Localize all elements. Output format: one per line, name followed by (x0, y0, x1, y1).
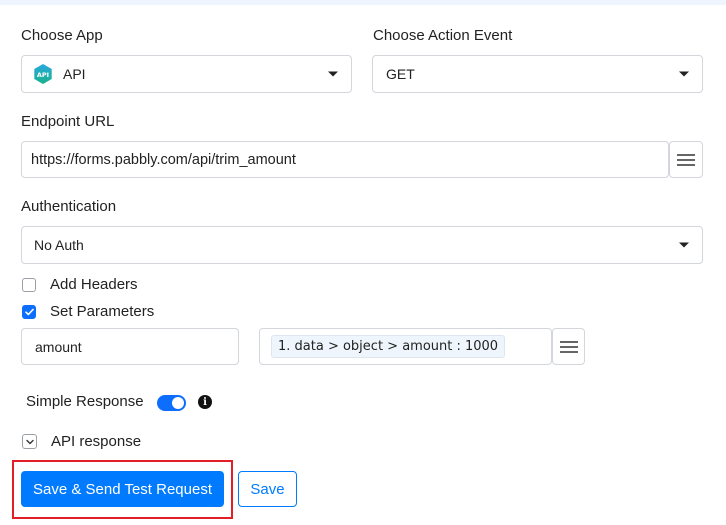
parameter-value-menu-button[interactable] (552, 328, 585, 365)
save-button[interactable]: Save (238, 471, 297, 507)
save-and-send-test-request-button[interactable]: Save & Send Test Request (21, 471, 224, 507)
hamburger-menu-icon (677, 153, 695, 166)
api-response-label: API response (51, 433, 142, 450)
endpoint-url-value: https://forms.pabbly.com/api/trim_amount (31, 151, 296, 168)
chevron-down-icon (328, 71, 338, 77)
simple-response-toggle[interactable] (157, 395, 186, 411)
simple-response-label: Simple Response (26, 393, 144, 410)
set-parameters-label: Set Parameters (50, 303, 155, 320)
chevron-down-icon (25, 439, 34, 444)
choose-app-value: API (63, 66, 86, 82)
endpoint-url-input[interactable]: https://forms.pabbly.com/api/trim_amount (21, 141, 669, 178)
authentication-label: Authentication (21, 198, 117, 215)
top-strip (0, 0, 726, 5)
authentication-value: No Auth (34, 237, 84, 253)
toggle-knob (172, 397, 184, 409)
svg-text:API: API (37, 71, 49, 79)
api-response-expand-button[interactable] (22, 434, 37, 449)
add-headers-label: Add Headers (50, 276, 138, 293)
parameter-value-input[interactable]: 1. data > object > amount : 1000 (259, 328, 552, 365)
info-icon[interactable]: i (198, 395, 212, 409)
choose-action-event-select[interactable]: GET (372, 55, 703, 93)
endpoint-url-menu-button[interactable] (669, 141, 703, 178)
parameter-key-input[interactable]: amount (21, 328, 239, 365)
choose-action-event-value: GET (386, 66, 415, 82)
parameter-value-token[interactable]: 1. data > object > amount : 1000 (271, 335, 506, 358)
parameter-key-value: amount (35, 338, 82, 355)
hamburger-menu-icon (559, 340, 578, 353)
chevron-down-icon (679, 242, 689, 248)
chevron-down-icon (679, 71, 689, 77)
choose-app-select[interactable]: API API (21, 55, 352, 93)
choose-action-event-label: Choose Action Event (373, 27, 513, 44)
api-logo-icon: API (34, 64, 52, 84)
add-headers-checkbox[interactable] (22, 278, 36, 292)
choose-app-label: Choose App (21, 27, 103, 44)
authentication-select[interactable]: No Auth (21, 226, 703, 264)
checkmark-icon (24, 308, 34, 316)
set-parameters-checkbox[interactable] (22, 305, 36, 319)
endpoint-url-label: Endpoint URL (21, 113, 115, 130)
